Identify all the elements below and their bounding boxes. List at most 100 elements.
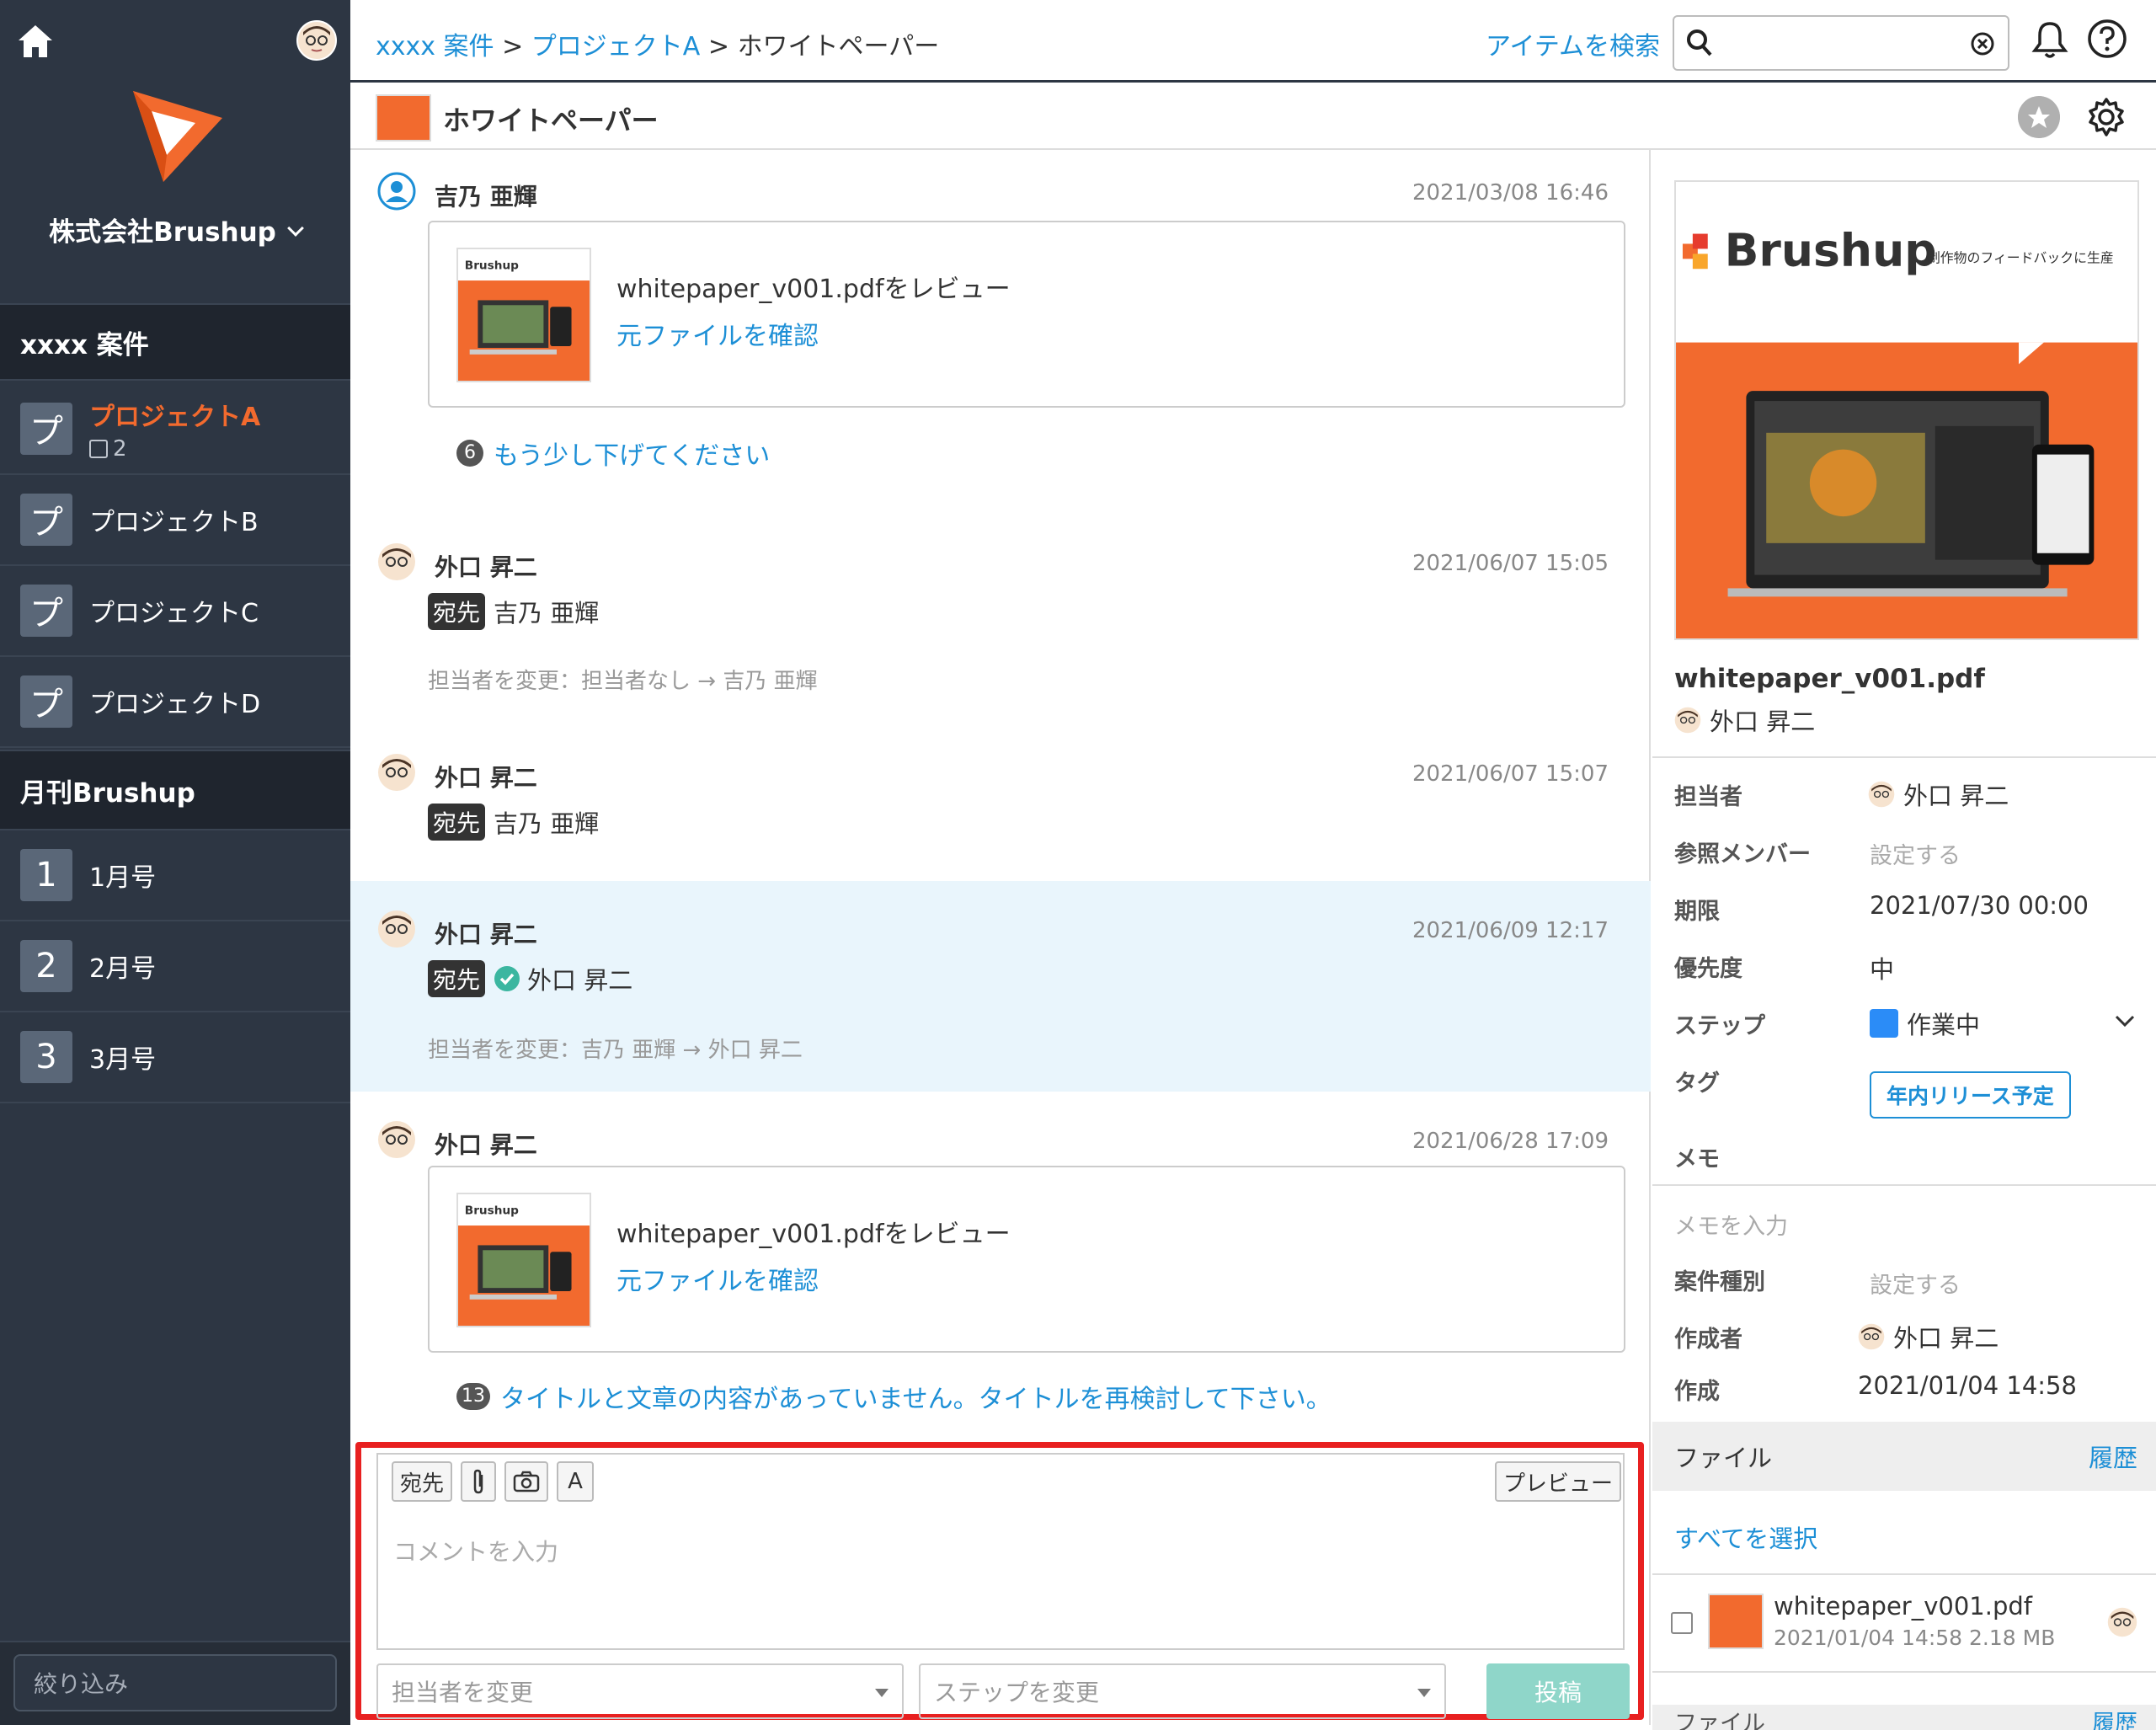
project-icon: プ (20, 494, 72, 546)
filter-input[interactable]: 絞り込み (13, 1654, 337, 1711)
file-list-item[interactable]: whitepaper_v001.pdf 2021/01/04 14:58 2.1… (1652, 1573, 2156, 1673)
comment-author: 外口 昇二 (435, 764, 537, 792)
due-date-value[interactable]: 2021/07/30 00:00 (1870, 891, 2089, 920)
prop-label: ステップ (1674, 1013, 1765, 1039)
detail-panel: Brushup 制作物のフィードバックに生産 whitepaper_v001.p… (1652, 150, 2156, 1730)
item-thumbnail (376, 94, 431, 141)
comment-time: 2021/06/09 12:17 (1412, 918, 1609, 943)
bell-icon[interactable] (2031, 20, 2068, 59)
breadcrumb-item-current: ホワイトペーパー (737, 32, 940, 61)
breadcrumb-separator: > (707, 32, 730, 61)
home-icon[interactable] (17, 24, 54, 59)
recipient-line: 宛先 吉乃 亜輝 (428, 593, 599, 630)
top-bar: xxxx 案件 > プロジェクトA > ホワイトペーパー アイテムを検索 (350, 0, 2156, 83)
history-link[interactable]: 履歴 (2089, 1439, 2137, 1474)
avatar (2107, 1607, 2137, 1637)
annotation-link[interactable]: 13 タイトルと文章の内容があっていません。タイトルを再検討して下さい。 (456, 1378, 1331, 1415)
sidebar-item-project-b[interactable]: プ プロジェクトB (0, 475, 350, 566)
recipient-line: 宛先 吉乃 亜輝 (428, 804, 599, 841)
step-select[interactable]: ステップを変更 (919, 1663, 1446, 1719)
sidebar-section-monthly[interactable]: 月刊Brushup (0, 750, 350, 830)
help-icon[interactable] (2087, 19, 2127, 59)
post-button[interactable]: 投稿 (1486, 1663, 1630, 1719)
select-all-link[interactable]: すべてを選択 (1674, 1519, 1817, 1555)
assignee-change-log: 担当者を変更：吉乃 亜輝 → 外口 昇二 (428, 1038, 803, 1063)
avatar (378, 1121, 415, 1158)
file-card[interactable]: Brushup whitepaper_v001.pdfをレビュー 元ファイルを確… (428, 221, 1625, 408)
files-heading-2: ファイル (1674, 1711, 1765, 1730)
preview-button[interactable]: プレビュー (1495, 1461, 1621, 1502)
memo-input[interactable]: メモを入力 (1674, 1208, 1788, 1241)
sidebar-item-issue-3[interactable]: 3 3月号 (0, 1012, 350, 1103)
author-name: 外口 昇二 (1710, 707, 1816, 736)
sidebar-section-cases[interactable]: xxxx 案件 (0, 303, 350, 381)
svg-text:Brushup: Brushup (465, 1204, 519, 1217)
view-original-link[interactable]: 元ファイルを確認 (616, 1260, 819, 1297)
search-box (1673, 15, 2009, 71)
assignee-select[interactable]: 担当者を変更 (376, 1663, 904, 1719)
user-avatar[interactable] (296, 20, 337, 61)
issue-icon: 2 (20, 940, 72, 992)
breadcrumb-item-project[interactable]: プロジェクトA (531, 32, 701, 61)
breadcrumb-item-case[interactable]: xxxx 案件 (376, 32, 494, 61)
comment-item: 吉乃 亜輝 2021/03/08 16:46 Brushup whitepape… (350, 150, 1651, 504)
assignee-change-log: 担当者を変更：担当者なし → 吉乃 亜輝 (428, 669, 818, 694)
file-checkbox[interactable] (1671, 1612, 1693, 1634)
item-title-bar: ホワイトペーパー (350, 83, 2156, 150)
created-value: 2021/01/04 14:58 (1858, 1371, 2077, 1400)
task-count: 2 (89, 436, 260, 462)
divider (1652, 756, 2156, 758)
assignee-value[interactable]: 外口 昇二 (1868, 777, 2009, 812)
item-search-link[interactable]: アイテムを検索 (1486, 25, 1660, 62)
files-section-header: ファイル 履歴 (1652, 1422, 2156, 1491)
comment-item-highlighted: 外口 昇二 2021/06/09 12:17 宛先 外口 昇二 担当者を変更：吉乃… (350, 881, 1651, 1092)
priority-value[interactable]: 中 (1870, 950, 1894, 985)
comment-time: 2021/06/07 15:07 (1412, 761, 1609, 787)
comment-thread: 吉乃 亜輝 2021/03/08 16:46 Brushup whitepape… (350, 150, 1651, 1725)
clear-icon[interactable] (1971, 32, 1994, 56)
gear-icon[interactable] (2085, 96, 2127, 138)
case-type-value[interactable]: 設定する (1870, 1267, 1961, 1300)
step-value[interactable]: 作業中 (1870, 1006, 2139, 1041)
comment-textarea[interactable]: コメントを入力 (376, 1519, 1625, 1650)
chevron-down-icon (286, 220, 304, 237)
sidebar-item-project-c[interactable]: プ プロジェクトC (0, 566, 350, 657)
sidebar-item-issue-2[interactable]: 2 2月号 (0, 921, 350, 1012)
file-name: whitepaper_v001.pdf (1774, 1592, 2032, 1621)
comment-editor: 宛先 A プレビュー コメントを入力 担当者を変更 ステップを変更 投稿 (355, 1442, 1644, 1720)
file-card[interactable]: Brushup whitepaper_v001.pdfをレビュー 元ファイルを確… (428, 1166, 1625, 1353)
file-preview[interactable]: Brushup 制作物のフィードバックに生産 (1674, 180, 2139, 640)
tag-badge[interactable]: 年内リリース予定 (1870, 1071, 2071, 1119)
comment-author: 外口 昇二 (435, 921, 537, 948)
annotation-link[interactable]: 6 もう少し下げてください (456, 435, 770, 472)
sidebar-item-project-a[interactable]: プ プロジェクトA 2 (0, 384, 350, 475)
search-input[interactable] (1721, 27, 1957, 59)
filter-area: 絞り込み (0, 1641, 350, 1725)
sidebar-item-issue-1[interactable]: 1 1月号 (0, 830, 350, 921)
dropdown-arrow-icon (875, 1689, 889, 1697)
avatar (378, 910, 415, 948)
recipient-button[interactable]: 宛先 (392, 1461, 452, 1502)
tag-list: 年内リリース予定 (1870, 1071, 2071, 1119)
check-circle-icon (494, 966, 520, 991)
recipient-badge: 宛先 (428, 960, 486, 997)
annotation-text: タイトルと文章の内容があっていません。タイトルを再検討して下さい。 (500, 1385, 1331, 1414)
comment-item: 外口 昇二 2021/06/28 17:09 Brushup whitepape… (350, 1110, 1651, 1439)
recipient-badge: 宛先 (428, 593, 486, 630)
history-link-2[interactable]: 履歴 (2092, 1705, 2137, 1730)
chevron-down-icon (2115, 1015, 2135, 1028)
view-original-link[interactable]: 元ファイルを確認 (616, 315, 819, 352)
text-format-button[interactable]: A (557, 1461, 594, 1502)
avatar (378, 543, 415, 580)
sidebar-item-label: 3月号 (89, 1045, 157, 1075)
attach-button[interactable] (461, 1461, 496, 1502)
assignee-name: 外口 昇二 (1903, 782, 2009, 810)
avatar (378, 754, 415, 791)
members-value[interactable]: 設定する (1870, 837, 1961, 870)
sidebar-item-project-d[interactable]: プ プロジェクトD (0, 657, 350, 748)
pin-icon[interactable] (2018, 96, 2060, 138)
file-thumbnail (1708, 1594, 1764, 1649)
company-switcher[interactable]: 株式会社Brushup (0, 211, 350, 248)
files-heading: ファイル (1674, 1444, 1773, 1472)
screenshot-button[interactable] (504, 1461, 548, 1502)
